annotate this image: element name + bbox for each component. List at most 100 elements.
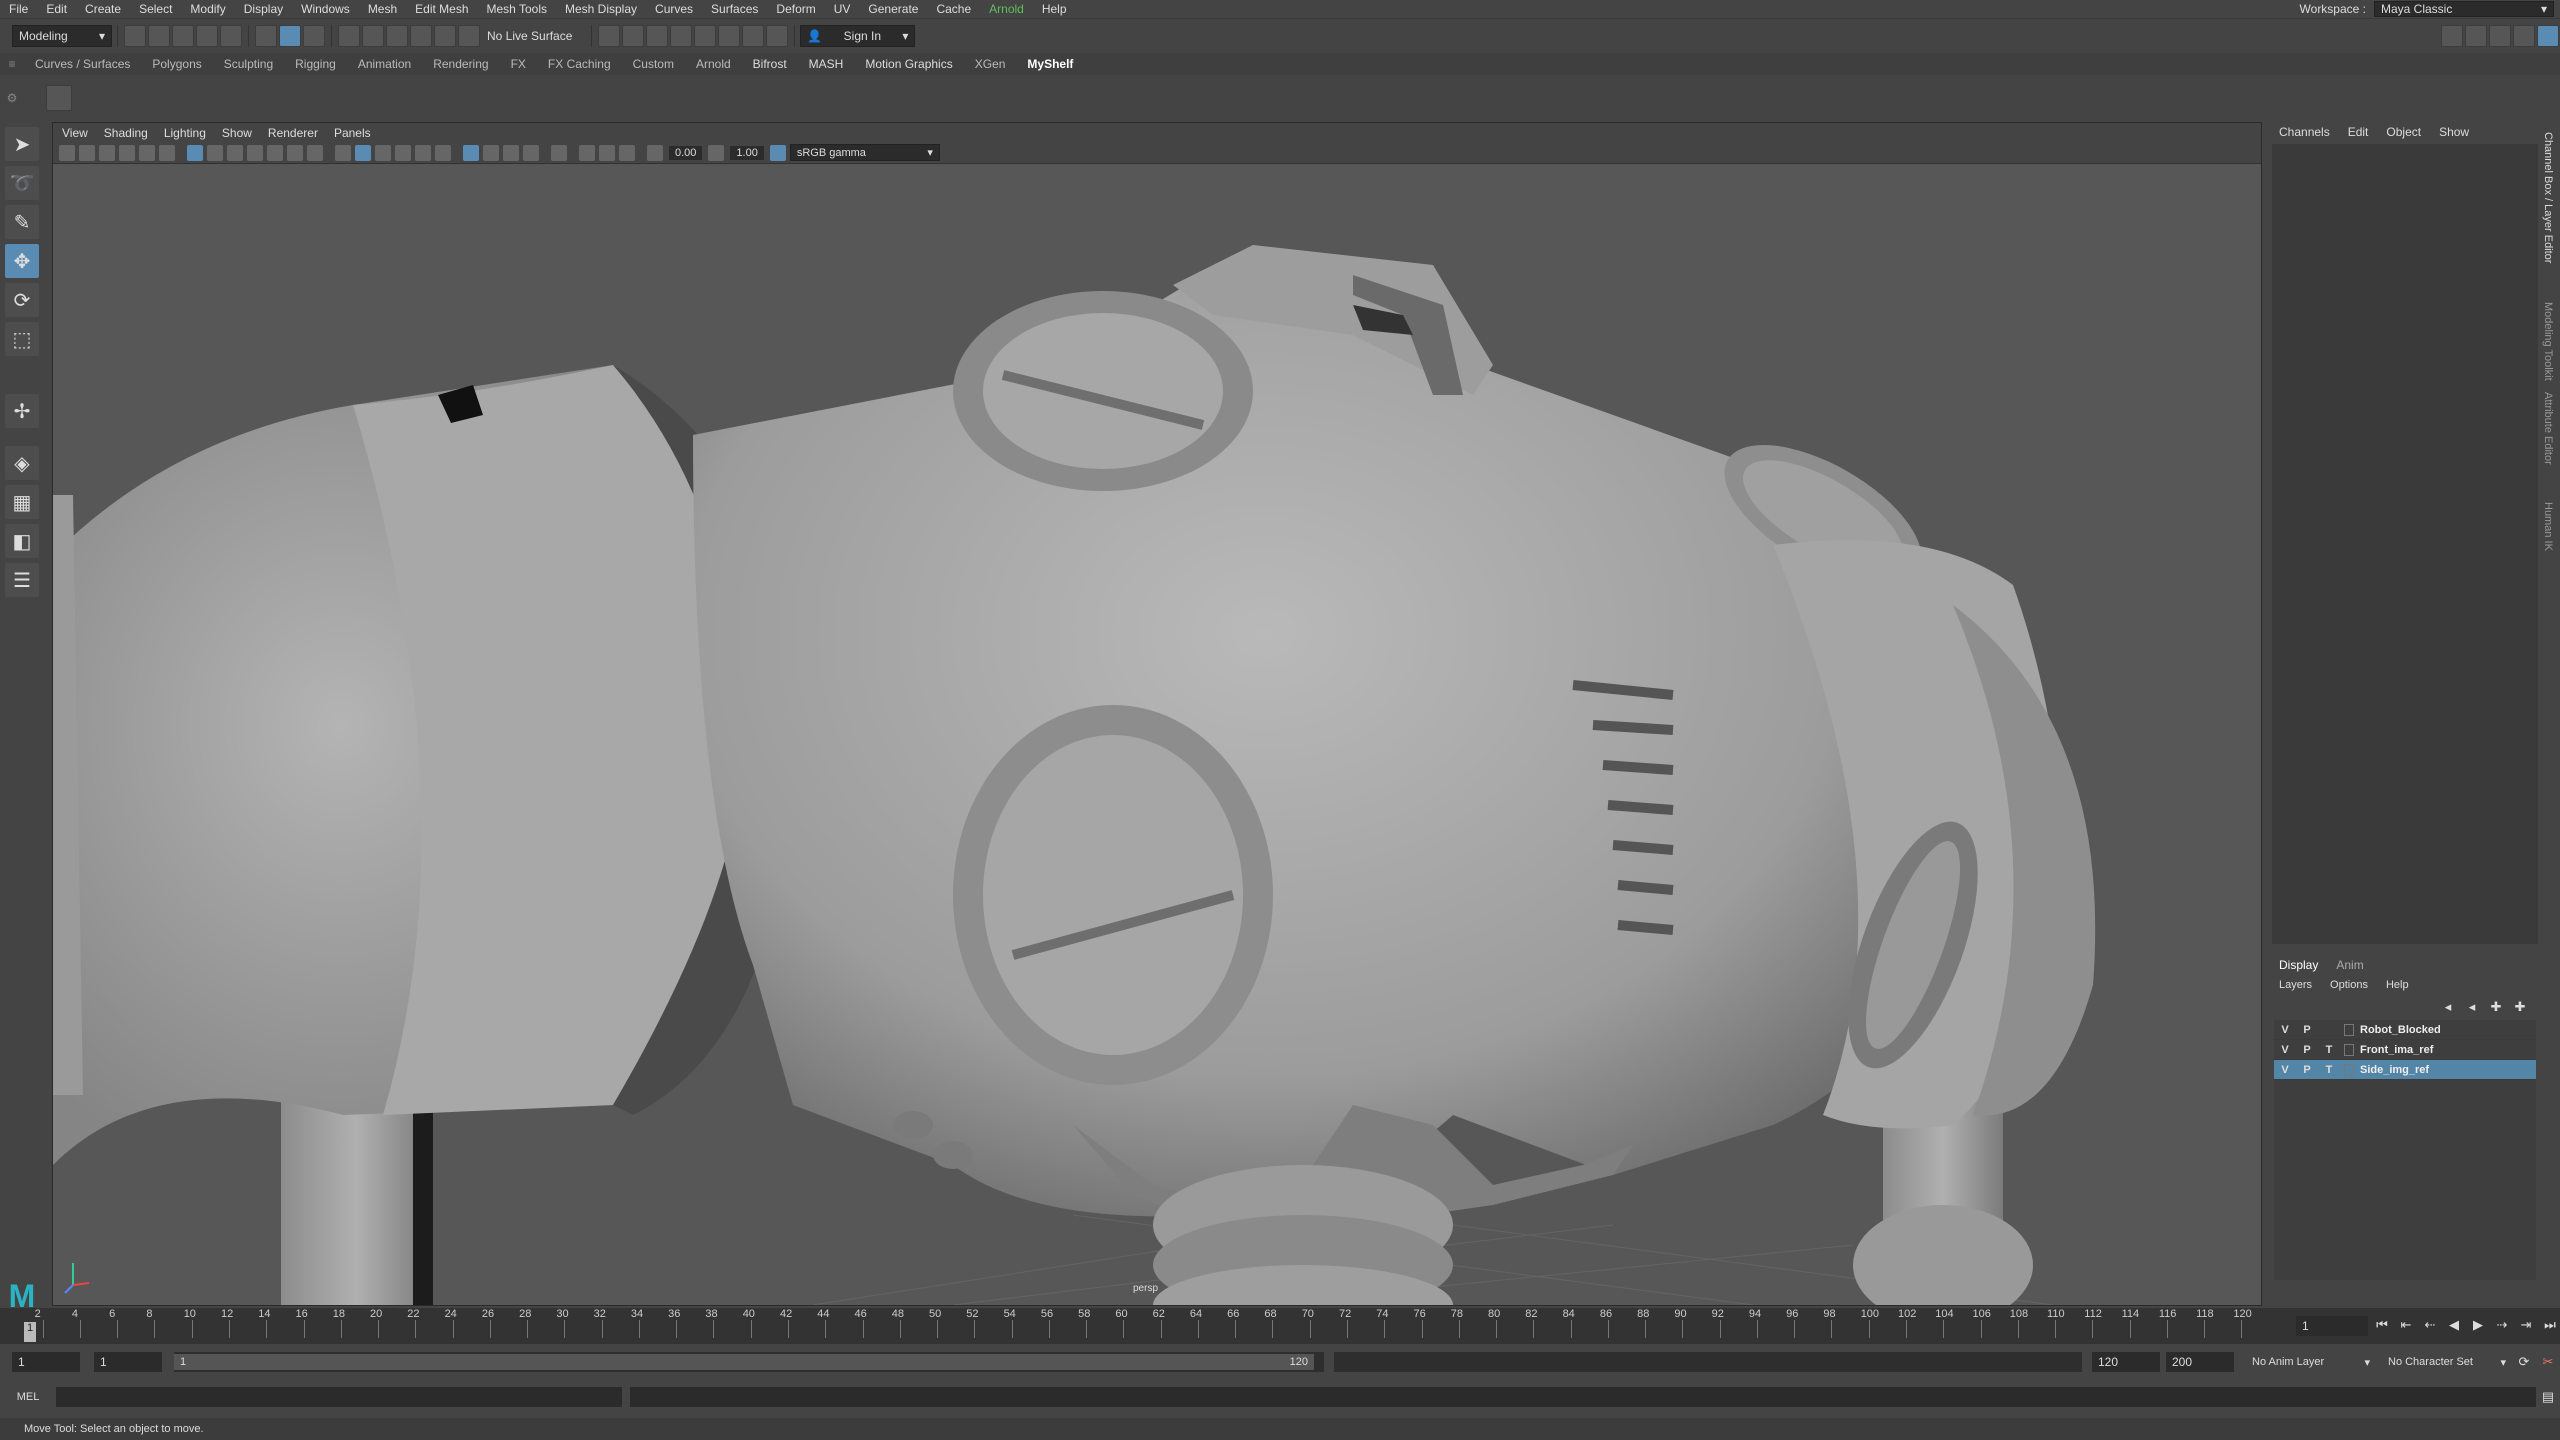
- outliner-icon[interactable]: ☰: [5, 563, 39, 597]
- side-tab-human-ik[interactable]: Human IK: [2542, 502, 2554, 551]
- render-view-icon[interactable]: [598, 24, 621, 47]
- channel-box-toggle-icon[interactable]: [2537, 24, 2559, 47]
- 2d-pan-zoom-icon[interactable]: [139, 144, 155, 161]
- move-layer-up-icon[interactable]: ◂: [2439, 998, 2457, 1016]
- layer-playback-toggle[interactable]: P: [2296, 1064, 2318, 1076]
- shelf-tab-animation[interactable]: Animation: [347, 57, 422, 71]
- channel-box-area[interactable]: [2272, 144, 2538, 944]
- command-input[interactable]: [56, 1387, 622, 1407]
- viewport-menu-lighting[interactable]: Lighting: [155, 126, 213, 140]
- hypershade-icon[interactable]: [694, 24, 717, 47]
- playback-end-field[interactable]: 120: [2092, 1352, 2160, 1372]
- end-frame-field[interactable]: 200: [2166, 1352, 2234, 1372]
- workspace-dropdown[interactable]: Maya Classic ▾: [2374, 1, 2554, 17]
- camera-select-icon[interactable]: [59, 144, 75, 161]
- layer-display-type-toggle[interactable]: T: [2318, 1064, 2340, 1076]
- menu-mesh[interactable]: Mesh: [359, 2, 406, 16]
- isolate-select-icon[interactable]: [551, 144, 567, 161]
- render-frame-icon[interactable]: [622, 24, 645, 47]
- shelf-tab-sculpting[interactable]: Sculpting: [213, 57, 284, 71]
- snap-point-icon[interactable]: [386, 24, 408, 47]
- select-object-icon[interactable]: [279, 24, 301, 47]
- layer-menu-options[interactable]: Options: [2321, 979, 2377, 991]
- shelf-tab-mash[interactable]: MASH: [798, 57, 855, 71]
- layer-visibility-toggle[interactable]: V: [2274, 1044, 2296, 1056]
- layer-menu-layers[interactable]: Layers: [2270, 979, 2321, 991]
- play-forward-icon[interactable]: ▶: [2469, 1316, 2487, 1334]
- exposure-field[interactable]: 0.00: [669, 145, 703, 160]
- film-gate-icon[interactable]: [207, 144, 223, 161]
- layer-display-type-toggle[interactable]: T: [2318, 1044, 2340, 1056]
- side-tab-channel-box-layer-editor[interactable]: Channel Box / Layer Editor: [2542, 132, 2554, 263]
- arnold-render-icon[interactable]: [718, 24, 741, 47]
- motion-blur-icon[interactable]: [523, 144, 539, 161]
- layer-name[interactable]: Front_ima_ref: [2360, 1044, 2433, 1056]
- save-scene-icon[interactable]: [172, 24, 194, 47]
- field-chart-icon[interactable]: [267, 144, 283, 161]
- time-ticks[interactable]: 2 4 6 8 10 12 14 16 18 20 22 24 26 28 30 32 34 36 38 40 42 44…: [24, 1308, 2274, 1344]
- tool-settings-toggle-icon[interactable]: [2513, 24, 2535, 47]
- layer-visibility-toggle[interactable]: V: [2274, 1024, 2296, 1036]
- shelf-settings-icon[interactable]: ⚙: [0, 91, 24, 105]
- side-tab-attribute-editor[interactable]: Attribute Editor: [2542, 392, 2554, 465]
- xray-icon[interactable]: [463, 144, 479, 161]
- grease-pencil-icon[interactable]: [159, 144, 175, 161]
- layer-tab-display[interactable]: Display: [2270, 958, 2327, 972]
- viewport-menu-shading[interactable]: Shading: [95, 126, 155, 140]
- sign-in-dropdown[interactable]: 👤 Sign In ▾: [800, 24, 916, 47]
- script-editor-icon[interactable]: ▤: [2539, 1388, 2557, 1406]
- step-back-key-icon[interactable]: ⇤: [2397, 1316, 2415, 1334]
- lights-icon[interactable]: [415, 144, 431, 161]
- exposure-icon[interactable]: [647, 144, 663, 161]
- step-back-frame-icon[interactable]: ⇠: [2421, 1316, 2439, 1334]
- mode-dropdown[interactable]: Modeling ▾: [12, 24, 112, 47]
- shelf-tab-fx-caching[interactable]: FX Caching: [537, 57, 622, 71]
- layer-row[interactable]: V P Robot_Blocked: [2274, 1020, 2536, 1040]
- shelf-tab-xgen[interactable]: XGen: [964, 57, 1017, 71]
- resolution-gate-icon[interactable]: [227, 144, 243, 161]
- character-set-dropdown[interactable]: No Character Set ▾: [2382, 1351, 2512, 1373]
- start-frame-field[interactable]: 1: [12, 1352, 80, 1372]
- menu-file[interactable]: File: [0, 2, 37, 16]
- layer-color-swatch[interactable]: [2344, 1043, 2354, 1056]
- wireframe-icon[interactable]: [335, 144, 351, 161]
- menu-generate[interactable]: Generate: [859, 2, 927, 16]
- shelf-tab-curves-surfaces[interactable]: Curves / Surfaces: [24, 57, 141, 71]
- step-forward-key-icon[interactable]: ⇥: [2517, 1316, 2535, 1334]
- menu-curves[interactable]: Curves: [646, 2, 702, 16]
- layer-row[interactable]: V P T Side_img_ref: [2274, 1060, 2536, 1080]
- layer-color-swatch[interactable]: [2344, 1023, 2354, 1036]
- shadows-icon[interactable]: [435, 144, 451, 161]
- menu-arnold[interactable]: Arnold: [980, 2, 1033, 16]
- range-bar[interactable]: 1 120: [174, 1352, 1324, 1372]
- select-tool-icon[interactable]: ➤: [5, 127, 39, 161]
- layer-color-swatch[interactable]: [2344, 1063, 2354, 1076]
- layout-two-icon[interactable]: ◧: [5, 524, 39, 558]
- layer-tab-anim[interactable]: Anim: [2327, 958, 2372, 972]
- menu-mesh-tools[interactable]: Mesh Tools: [478, 2, 556, 16]
- new-scene-icon[interactable]: [124, 24, 146, 47]
- safe-action-icon[interactable]: [287, 144, 303, 161]
- playback-start-field[interactable]: 1: [94, 1352, 162, 1372]
- wireframe-on-shaded-icon[interactable]: [375, 144, 391, 161]
- menu-display[interactable]: Display: [235, 2, 292, 16]
- rotate-tool-icon[interactable]: ⟳: [5, 283, 39, 317]
- multisample-icon[interactable]: [579, 144, 595, 161]
- pause-ipr-icon[interactable]: [766, 24, 789, 47]
- gate-mask-icon[interactable]: [247, 144, 263, 161]
- current-frame-field[interactable]: 1: [2296, 1316, 2368, 1336]
- shelf-tab-myshelf[interactable]: MyShelf: [1016, 57, 1084, 71]
- current-time-marker[interactable]: 1: [24, 1322, 36, 1342]
- layer-name[interactable]: Side_img_ref: [2360, 1064, 2429, 1076]
- menu-mesh-display[interactable]: Mesh Display: [556, 2, 646, 16]
- shelf-tab-rendering[interactable]: Rendering: [422, 57, 499, 71]
- layer-name[interactable]: Robot_Blocked: [2360, 1024, 2441, 1036]
- safe-title-icon[interactable]: [307, 144, 323, 161]
- layer-playback-toggle[interactable]: P: [2296, 1044, 2318, 1056]
- ambient-occlusion-icon[interactable]: [503, 144, 519, 161]
- menu-modify[interactable]: Modify: [181, 2, 234, 16]
- range-handle[interactable]: 1 120: [174, 1354, 1314, 1370]
- color-space-dropdown[interactable]: sRGB gamma ▾: [789, 144, 940, 161]
- last-tool-icon[interactable]: ✢: [5, 394, 39, 428]
- side-tab-modeling-toolkit[interactable]: Modeling Toolkit: [2542, 302, 2554, 381]
